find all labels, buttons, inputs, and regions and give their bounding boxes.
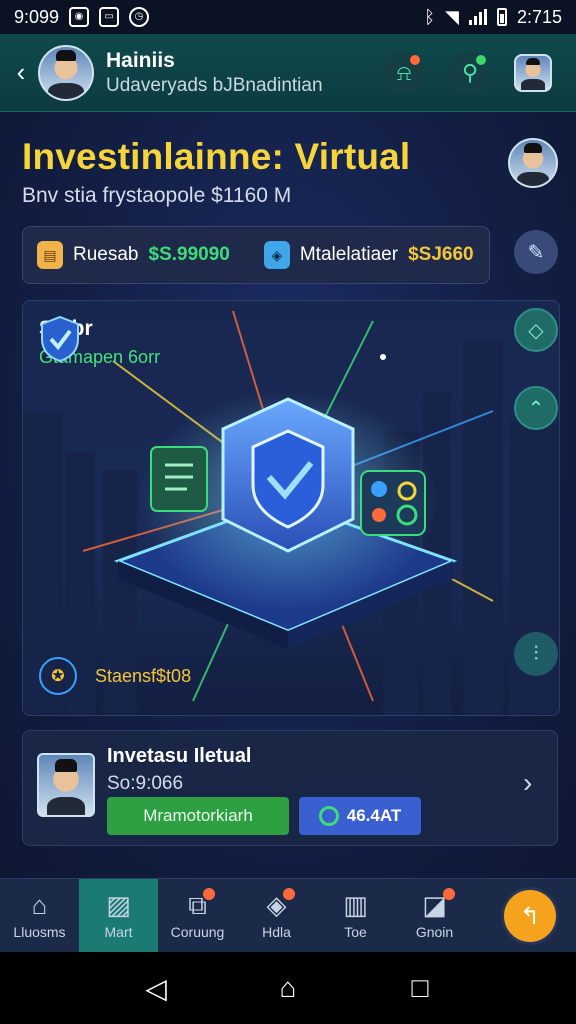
share-icon: ↰ — [519, 902, 541, 930]
gallery-icon: ⧉ — [188, 888, 215, 918]
hero-title: Investinlainne: Virtual — [22, 136, 411, 177]
profile-card[interactable]: Invetasu Iletual So:9:066 Mramotorkiarh … — [22, 730, 558, 846]
analytics-panel — [360, 470, 426, 536]
bluetooth-icon: ᛒ — [424, 6, 436, 27]
header-subtitle: Udaveryads bJBnadintian — [106, 74, 323, 96]
stats-card: ▤ Ruesab $S.99090 ◈ Mtalelatiaer $SJ660 — [22, 226, 490, 284]
status-bar: 9:099 ◉ ▭ ◷ ᛒ ◥ 2:715 — [0, 0, 576, 34]
audio-button[interactable]: ⫶ — [514, 632, 558, 676]
feature-footer: ✪ Staensf$t08 — [39, 657, 191, 695]
header-actions: ⍾ ⚲ — [382, 50, 566, 95]
nav-item-hdla[interactable]: ◈ Hdla — [237, 879, 316, 953]
search-button[interactable]: ⚲ — [448, 50, 492, 95]
bell-icon: ⍾ — [396, 59, 412, 85]
chevron-right-icon[interactable]: › — [523, 767, 532, 799]
status-time-left: 9:099 — [14, 6, 60, 27]
feature-head: Stabr Gtamapen 6orr — [39, 315, 160, 368]
profile-sub: So:9:066 — [107, 773, 184, 794]
diamond-icon: ◈ — [267, 888, 295, 918]
wifi-icon: ◥ — [445, 6, 459, 27]
status-left: 9:099 ◉ ▭ ◷ — [14, 6, 150, 28]
document-panel — [150, 446, 208, 512]
status-time: 2:715 — [516, 6, 562, 27]
check-diamond-icon: ◇ — [528, 319, 544, 342]
profile-value-button[interactable]: 46.4AT — [299, 797, 421, 835]
stat-label-1: Ruesab — [73, 244, 139, 265]
badge-icon[interactable]: ✪ — [39, 657, 77, 695]
profile-action-button[interactable]: Mramotorkiarh — [107, 797, 289, 835]
camera-notification-icon: ◉ — [69, 7, 90, 27]
screen-notification-icon: ▭ — [99, 7, 120, 27]
chart-icon: ▥ — [343, 890, 368, 920]
header-text: Hainiis Udaveryads bJBnadintian — [106, 49, 323, 97]
header-title: Hainiis — [106, 48, 175, 72]
nav-item-toe[interactable]: ▥ Toe — [316, 879, 395, 953]
back-button[interactable]: ‹ — [10, 57, 32, 88]
system-recents-button[interactable]: □ — [400, 972, 440, 1004]
waveform-icon: ⫶ — [533, 642, 539, 665]
notification-dot — [410, 54, 420, 65]
signal-icon — [468, 9, 487, 25]
notifications-button[interactable]: ⍾ — [382, 50, 426, 95]
stat-value-2: $SJ660 — [408, 244, 474, 265]
system-home-button[interactable]: ⌂ — [268, 972, 308, 1004]
nav-label: Coruung — [170, 924, 225, 940]
search-dot — [476, 54, 486, 65]
send-icon: ◪ — [422, 888, 455, 918]
pen-icon: ✎ — [527, 241, 545, 264]
bottom-nav: ⌂ Lluosms ▨ Mart ⧉ Coruung ◈ Hdla ▥ Toe … — [0, 878, 576, 953]
header-avatar[interactable] — [38, 44, 94, 101]
ring-icon — [318, 806, 339, 826]
fab-button[interactable]: ↰ — [504, 890, 556, 942]
feature-card[interactable]: Stabr Gtamapen 6orr ✪ Staensf$t08 — [22, 300, 560, 716]
nav-label: Lluosms — [13, 924, 66, 940]
nav-label: Gnoin — [415, 924, 454, 940]
main-content: Investinlainne: Virtual Bnv stia frystao… — [0, 112, 576, 878]
stat-value-1: $S.99090 — [148, 244, 230, 265]
nav-label: Mart — [104, 924, 133, 940]
nav-item-home[interactable]: ⌂ Lluosms — [0, 879, 79, 953]
nav-item-coruung[interactable]: ⧉ Coruung — [158, 879, 237, 953]
system-nav: ◁ ⌂ □ — [0, 952, 576, 1024]
nav-label: Toe — [344, 924, 367, 940]
image-icon: ▨ — [106, 890, 131, 920]
status-right: ᛒ ◥ 2:715 — [424, 7, 562, 28]
wallet-icon: ▤ — [37, 241, 63, 269]
home-icon: ⌂ — [31, 890, 48, 920]
clock-notification-icon: ◷ — [129, 7, 150, 27]
app-header: ‹ Hainiis Udaveryads bJBnadintian ⍾ ⚲ — [0, 34, 576, 112]
profile-card-avatar — [37, 753, 95, 817]
scroll-up-button[interactable]: ⌃ — [514, 386, 558, 430]
feature-footer-label: Staensf$t08 — [95, 665, 192, 686]
battery-icon — [496, 8, 507, 26]
hero-avatar[interactable] — [508, 138, 558, 188]
shield-icon — [41, 315, 79, 363]
system-back-button[interactable]: ◁ — [136, 972, 176, 1005]
edit-button[interactable]: ✎ — [514, 230, 558, 274]
token-icon: ◈ — [263, 241, 290, 269]
nav-label: Hdla — [262, 924, 291, 940]
search-icon: ⚲ — [461, 59, 479, 85]
nav-item-gnoin[interactable]: ◪ Gnoin — [395, 879, 474, 953]
verify-button[interactable]: ◇ — [514, 308, 558, 352]
profile-name: Invetasu Iletual — [107, 745, 252, 767]
profile-avatar-button[interactable] — [514, 53, 552, 92]
hero-subtitle: Bnv stia frystaopole $1160 M — [22, 184, 292, 207]
nav-item-market[interactable]: ▨ Mart — [79, 879, 158, 953]
profile-value-label: 46.4AT — [346, 806, 402, 825]
stat-label-2: Mtalelatiaer — [299, 244, 399, 265]
chevron-up-icon: ⌃ — [527, 397, 545, 420]
